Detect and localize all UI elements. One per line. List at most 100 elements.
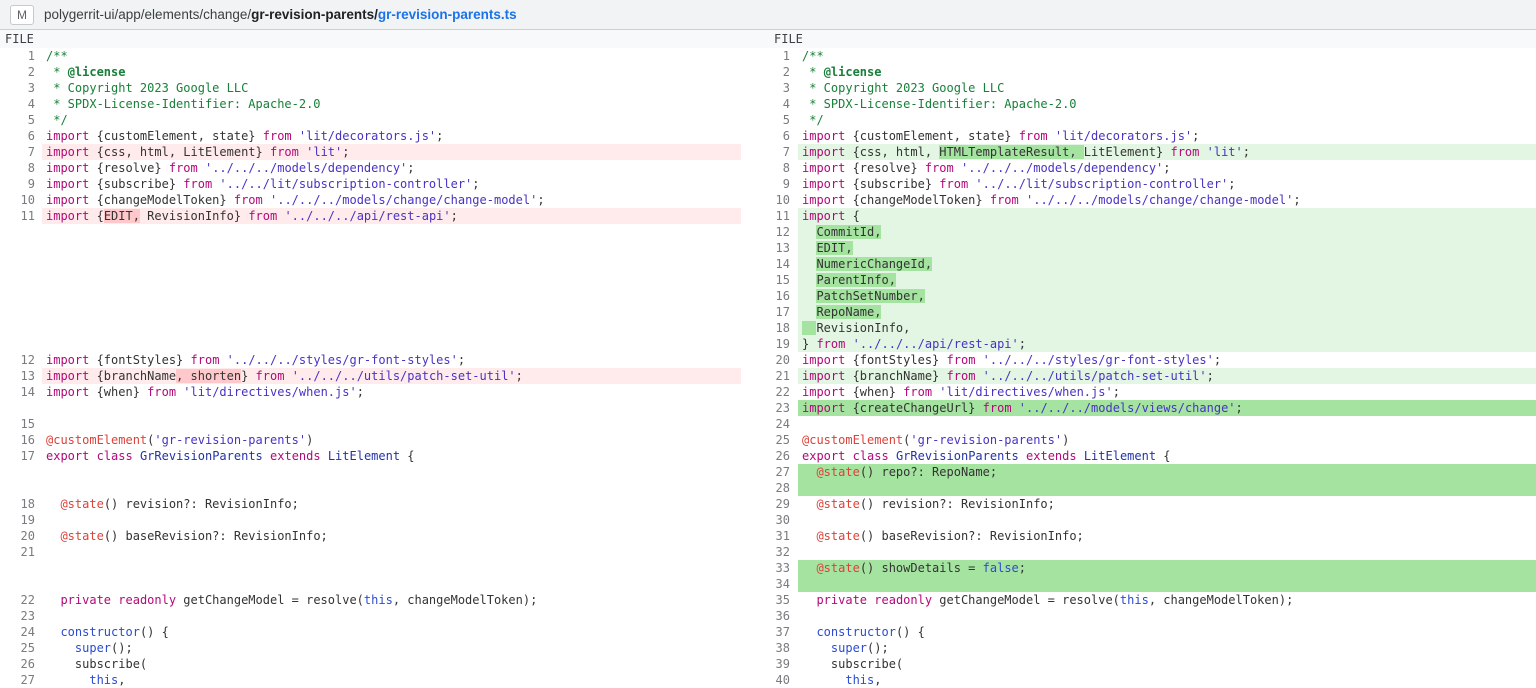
line-number[interactable]: 1 — [741, 48, 798, 64]
code-line[interactable]: /** — [798, 48, 1536, 64]
line-number[interactable]: 39 — [741, 656, 798, 672]
line-number[interactable]: 27 — [741, 464, 798, 480]
code-line[interactable]: import {changeModelToken} from '../../..… — [42, 192, 741, 208]
line-number[interactable]: 14 — [741, 256, 798, 272]
code-line[interactable] — [798, 512, 1536, 528]
code-line[interactable]: @customElement('gr-revision-parents') — [798, 432, 1536, 448]
code-line[interactable]: import {when} from 'lit/directives/when.… — [798, 384, 1536, 400]
code-line[interactable]: import {customElement, state} from 'lit/… — [798, 128, 1536, 144]
code-line[interactable]: import {fontStyles} from '../../../style… — [42, 352, 741, 368]
code-line[interactable]: EDIT, — [798, 240, 1536, 256]
line-number[interactable]: 37 — [741, 624, 798, 640]
code-line[interactable]: NumericChangeId, — [798, 256, 1536, 272]
code-line[interactable]: import {when} from 'lit/directives/when.… — [42, 384, 741, 400]
code-line[interactable]: } from '../../../api/rest-api'; — [798, 336, 1536, 352]
code-line[interactable]: export class GrRevisionParents extends L… — [798, 448, 1536, 464]
code-line[interactable]: import {css, html, LitElement} from 'lit… — [42, 144, 741, 160]
code-line[interactable] — [798, 608, 1536, 624]
line-number[interactable]: 38 — [741, 640, 798, 656]
line-number[interactable]: 21 — [741, 368, 798, 384]
code-line[interactable]: import {EDIT, RevisionInfo} from '../../… — [42, 208, 741, 224]
code-line[interactable]: constructor() { — [798, 624, 1536, 640]
line-number[interactable]: 7 — [0, 144, 42, 160]
code-line[interactable] — [798, 544, 1536, 560]
line-number[interactable]: 6 — [741, 128, 798, 144]
code-line[interactable]: export class GrRevisionParents extends L… — [42, 448, 741, 464]
line-number[interactable]: 10 — [741, 192, 798, 208]
line-number[interactable]: 17 — [741, 304, 798, 320]
line-number[interactable]: 16 — [741, 288, 798, 304]
line-number[interactable]: 7 — [741, 144, 798, 160]
code-line[interactable] — [42, 416, 741, 432]
code-line[interactable]: * Copyright 2023 Google LLC — [42, 80, 741, 96]
line-number[interactable]: 11 — [741, 208, 798, 224]
line-number[interactable]: 19 — [741, 336, 798, 352]
line-number[interactable]: 9 — [741, 176, 798, 192]
code-line[interactable]: CommitId, — [798, 224, 1536, 240]
code-line[interactable] — [798, 576, 1536, 592]
code-line[interactable]: private readonly getChangeModel = resolv… — [42, 592, 741, 608]
line-number[interactable]: 9 — [0, 176, 42, 192]
line-number[interactable]: 36 — [741, 608, 798, 624]
code-line[interactable]: */ — [42, 112, 741, 128]
code-line[interactable] — [42, 400, 741, 416]
line-number[interactable]: 28 — [741, 480, 798, 496]
code-line[interactable]: * SPDX-License-Identifier: Apache-2.0 — [798, 96, 1536, 112]
line-number[interactable]: 29 — [741, 496, 798, 512]
file-name-link[interactable]: gr-revision-parents.ts — [378, 7, 517, 22]
code-line[interactable]: @state() baseRevision?: RevisionInfo; — [798, 528, 1536, 544]
code-line[interactable]: import {subscribe} from '../../lit/subsc… — [798, 176, 1536, 192]
line-number[interactable]: 31 — [741, 528, 798, 544]
code-line[interactable]: import {branchName, shorten} from '../..… — [42, 368, 741, 384]
line-number[interactable]: 18 — [0, 496, 42, 512]
code-line[interactable]: import {fontStyles} from '../../../style… — [798, 352, 1536, 368]
code-line[interactable] — [42, 512, 741, 528]
code-line[interactable] — [798, 416, 1536, 432]
line-number[interactable]: 15 — [741, 272, 798, 288]
code-line[interactable]: @state() showDetails = false; — [798, 560, 1536, 576]
line-number[interactable]: 8 — [0, 160, 42, 176]
line-number[interactable]: 5 — [0, 112, 42, 128]
line-number[interactable]: 1 — [0, 48, 42, 64]
code-line[interactable]: import {resolve} from '../../../models/d… — [798, 160, 1536, 176]
code-line[interactable]: @customElement('gr-revision-parents') — [42, 432, 741, 448]
code-line[interactable]: constructor() { — [42, 624, 741, 640]
line-number[interactable]: 26 — [0, 656, 42, 672]
line-number[interactable]: 35 — [741, 592, 798, 608]
code-line[interactable]: import { — [798, 208, 1536, 224]
line-number[interactable]: 12 — [741, 224, 798, 240]
code-line[interactable]: import {subscribe} from '../../lit/subsc… — [42, 176, 741, 192]
line-number[interactable]: 21 — [0, 544, 42, 560]
line-number[interactable]: 2 — [741, 64, 798, 80]
line-number[interactable]: 4 — [741, 96, 798, 112]
code-line[interactable] — [42, 544, 741, 560]
line-number[interactable]: 3 — [0, 80, 42, 96]
line-number[interactable]: 5 — [741, 112, 798, 128]
code-line[interactable]: this, — [42, 672, 741, 688]
code-line[interactable]: @state() revision?: RevisionInfo; — [42, 496, 741, 512]
code-line[interactable]: * Copyright 2023 Google LLC — [798, 80, 1536, 96]
code-line[interactable]: PatchSetNumber, — [798, 288, 1536, 304]
code-line[interactable] — [42, 480, 741, 496]
line-number[interactable]: 23 — [741, 400, 798, 416]
file-row-right[interactable]: FILE — [741, 30, 1536, 48]
line-number[interactable]: 19 — [0, 512, 42, 528]
line-number[interactable]: 10 — [0, 192, 42, 208]
code-line[interactable] — [42, 336, 741, 352]
code-line[interactable]: import {css, html, HTMLTemplateResult, L… — [798, 144, 1536, 160]
line-number[interactable]: 25 — [741, 432, 798, 448]
code-line[interactable]: import {branchName} from '../../../utils… — [798, 368, 1536, 384]
line-number[interactable]: 24 — [741, 416, 798, 432]
code-line[interactable] — [42, 272, 741, 288]
line-number[interactable]: 23 — [0, 608, 42, 624]
line-number[interactable]: 40 — [741, 672, 798, 688]
line-number[interactable]: 16 — [0, 432, 42, 448]
line-number[interactable]: 13 — [741, 240, 798, 256]
code-line[interactable] — [42, 288, 741, 304]
code-line[interactable]: subscribe( — [42, 656, 741, 672]
line-number[interactable]: 27 — [0, 672, 42, 688]
line-number[interactable]: 6 — [0, 128, 42, 144]
file-row-left[interactable]: FILE — [0, 30, 741, 48]
code-line[interactable]: @state() baseRevision?: RevisionInfo; — [42, 528, 741, 544]
code-line[interactable] — [798, 480, 1536, 496]
